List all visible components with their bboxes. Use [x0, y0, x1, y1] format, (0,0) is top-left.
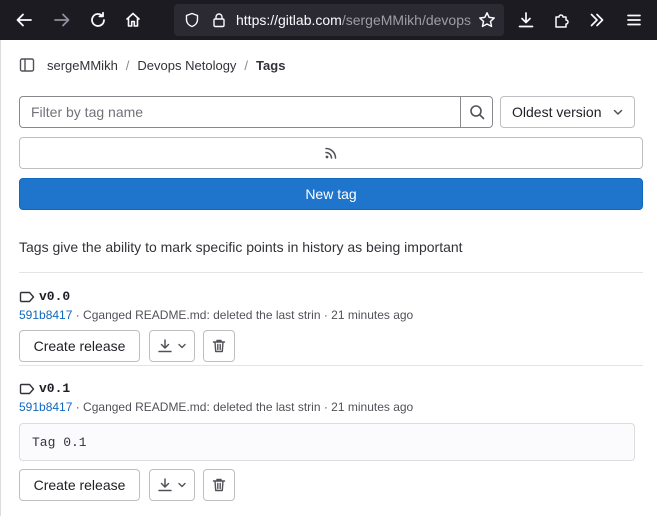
url-path: /sergeMMikh/devops — [341, 12, 471, 28]
star-icon — [479, 12, 495, 28]
tag-filter-input[interactable] — [20, 97, 460, 127]
home-button[interactable] — [119, 6, 147, 34]
back-button[interactable] — [10, 6, 38, 34]
commit-message: · Cganged README.md: deleted the last st… — [72, 308, 414, 322]
more-tools-button[interactable] — [583, 6, 611, 34]
breadcrumb-item-project[interactable]: Devops Netology — [137, 58, 236, 73]
tag-actions: Create release — [19, 469, 643, 501]
chevron-down-icon — [178, 343, 186, 349]
trash-icon — [212, 339, 226, 353]
divider — [19, 365, 643, 366]
sort-dropdown[interactable]: Oldest version — [500, 96, 635, 128]
breadcrumb-separator: / — [244, 57, 249, 73]
download-icon — [158, 339, 172, 353]
tag-name: v0.0 — [19, 288, 643, 305]
tag-icon — [19, 383, 35, 394]
tag-item: v0.1 591b8417 · Cganged README.md: delet… — [19, 380, 643, 501]
tag-filter — [19, 96, 493, 128]
create-release-button[interactable]: Create release — [19, 469, 140, 501]
tag-item: v0.0 591b8417 · Cganged README.md: delet… — [19, 288, 643, 362]
shield-icon — [185, 12, 199, 28]
commit-sha-link[interactable]: 591b8417 — [19, 308, 72, 322]
address-bar[interactable]: https://gitlab.com/sergeMMikh/devops — [174, 4, 504, 36]
download-dropdown-button[interactable] — [149, 469, 195, 501]
page-content: sergeMMikh / Devops Netology / Tags Olde… — [0, 40, 657, 516]
sidebar-toggle-button[interactable] — [19, 57, 35, 73]
chevron-down-icon — [178, 482, 186, 488]
breadcrumb: sergeMMikh / Devops Netology / Tags — [19, 56, 285, 74]
delete-tag-button[interactable] — [203, 469, 235, 501]
downloads-button[interactable] — [512, 6, 540, 34]
home-icon — [125, 12, 141, 27]
tag-actions: Create release — [19, 330, 643, 362]
forward-button[interactable] — [48, 6, 76, 34]
breadcrumb-item-user[interactable]: sergeMMikh — [47, 58, 118, 73]
reload-button[interactable] — [84, 6, 112, 34]
tags-description: Tags give the ability to mark specific p… — [19, 239, 463, 255]
trash-icon — [212, 478, 226, 492]
divider — [19, 272, 643, 273]
reload-icon — [91, 11, 105, 27]
arrow-left-icon — [16, 13, 32, 27]
new-tag-button[interactable]: New tag — [19, 178, 643, 210]
breadcrumb-separator: / — [125, 57, 130, 73]
commit-info: 591b8417 · Cganged README.md: deleted th… — [19, 400, 643, 414]
sidebar-icon — [19, 58, 35, 72]
rss-button[interactable] — [19, 137, 643, 169]
arrow-right-icon — [54, 13, 70, 27]
puzzle-icon — [555, 14, 569, 28]
chevron-down-icon — [613, 109, 623, 115]
commit-sha-link[interactable]: 591b8417 — [19, 400, 72, 414]
commit-info: 591b8417 · Cganged README.md: deleted th… — [19, 308, 643, 322]
extensions-button[interactable] — [548, 6, 576, 34]
url-text: https://gitlab.com/sergeMMikh/devops — [236, 12, 471, 28]
filter-search-button[interactable] — [460, 97, 492, 127]
browser-toolbar: https://gitlab.com/sergeMMikh/devops — [0, 0, 657, 40]
bookmark-star-button[interactable] — [473, 6, 501, 34]
url-host: https://gitlab.com — [236, 12, 342, 28]
hamburger-icon — [627, 14, 641, 26]
download-icon — [158, 478, 172, 492]
delete-tag-button[interactable] — [203, 330, 235, 362]
tag-name-link[interactable]: v0.1 — [39, 381, 70, 396]
search-icon — [469, 105, 484, 120]
breadcrumb-item-tags[interactable]: Tags — [256, 58, 285, 73]
create-release-button[interactable]: Create release — [19, 330, 140, 362]
tag-name: v0.1 — [19, 380, 643, 397]
tag-name-link[interactable]: v0.0 — [39, 289, 70, 304]
commit-message: · Cganged README.md: deleted the last st… — [72, 400, 414, 414]
menu-button[interactable] — [620, 6, 648, 34]
tag-icon — [19, 291, 35, 302]
lock-icon — [213, 13, 225, 28]
tag-message-box: Tag 0.1 — [19, 423, 635, 461]
download-dropdown-button[interactable] — [149, 330, 195, 362]
chevron-double-right-icon — [590, 13, 604, 27]
rss-icon — [325, 147, 337, 159]
download-icon — [518, 12, 534, 28]
sort-dropdown-label: Oldest version — [512, 104, 602, 120]
